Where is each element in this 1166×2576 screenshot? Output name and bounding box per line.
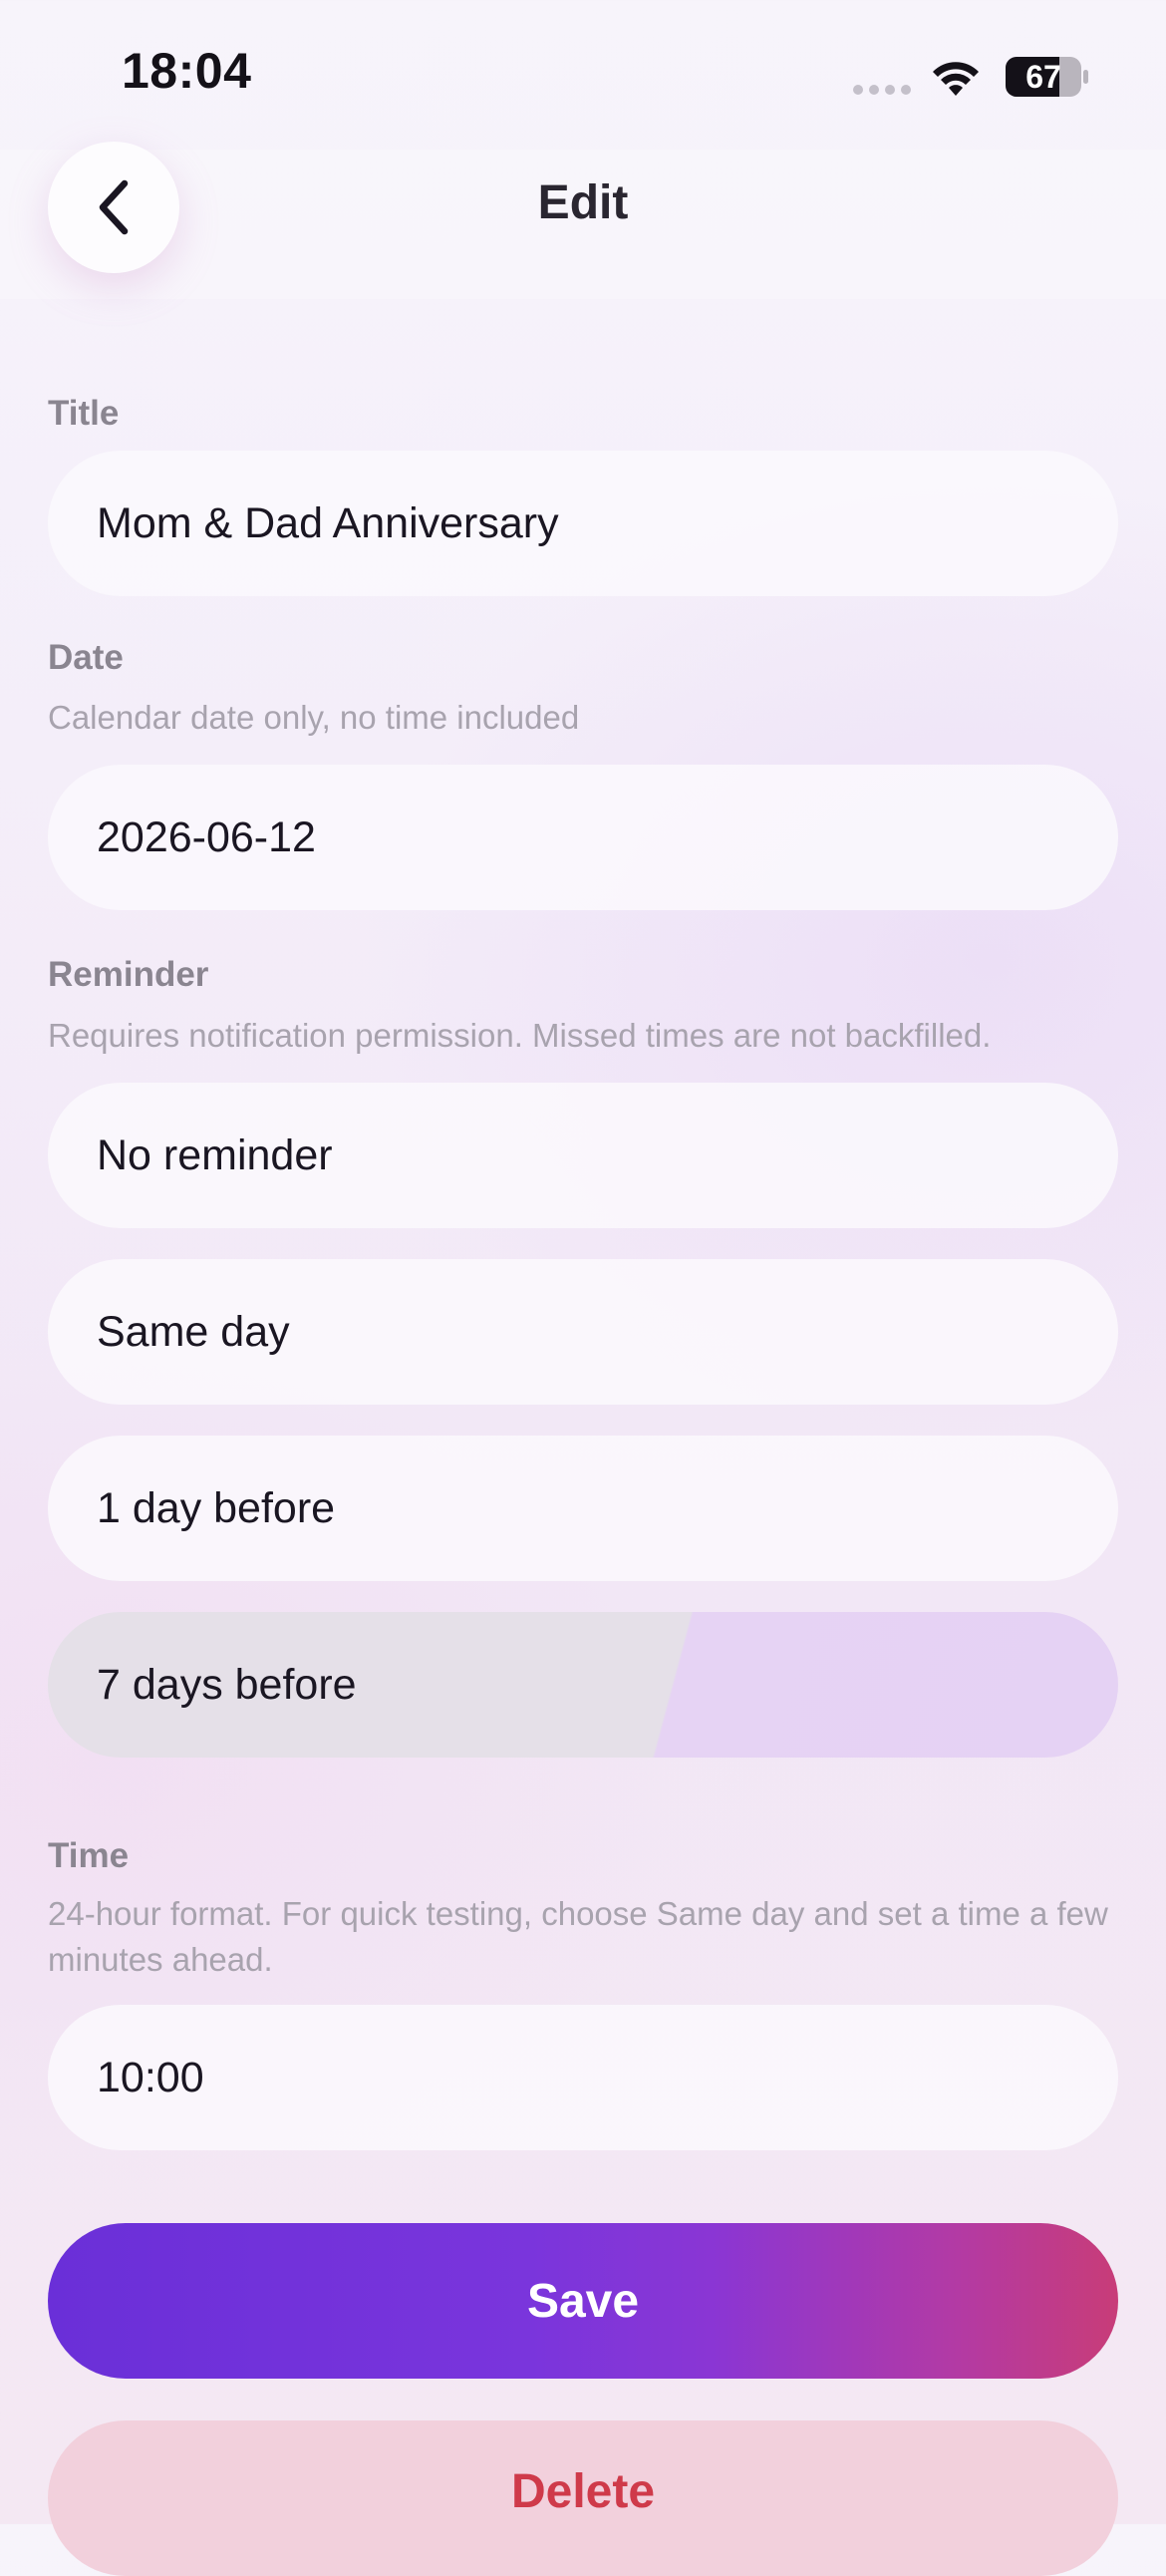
status-time: 18:04 xyxy=(122,43,252,99)
date-hint: Calendar date only, no time included xyxy=(48,699,580,736)
title-value: Mom & Dad Anniversary xyxy=(97,498,559,547)
reminder-option-none[interactable]: No reminder xyxy=(48,1083,1118,1228)
title-input[interactable]: Mom & Dad Anniversary xyxy=(48,451,1118,596)
reminder-option-label: No reminder xyxy=(97,1130,333,1179)
reminder-option-7-days-before[interactable]: 7 days before xyxy=(48,1612,1118,1758)
date-value: 2026-06-12 xyxy=(97,812,316,861)
date-input[interactable]: 2026-06-12 xyxy=(48,765,1118,910)
time-hint: 24-hour format. For quick testing, choos… xyxy=(48,1895,1108,1978)
save-button[interactable]: Save xyxy=(48,2223,1118,2379)
wifi-icon xyxy=(933,62,979,96)
delete-button[interactable]: Delete xyxy=(48,2420,1118,2576)
signal-icon xyxy=(853,85,911,95)
battery-level: 67 xyxy=(1025,59,1061,95)
reminder-label: Reminder xyxy=(48,955,209,994)
time-label: Time xyxy=(48,1836,130,1875)
reminder-option-1-day-before[interactable]: 1 day before xyxy=(48,1436,1118,1581)
status-bar: 18:04 67 xyxy=(0,0,1166,150)
reminder-option-label: Same day xyxy=(97,1307,290,1356)
reminder-option-same-day[interactable]: Same day xyxy=(48,1259,1118,1405)
page-title: Edit xyxy=(537,176,629,229)
reminder-option-label: 1 day before xyxy=(97,1483,336,1532)
title-label: Title xyxy=(48,394,120,433)
date-label: Date xyxy=(48,638,124,677)
reminder-option-label: 7 days before xyxy=(97,1660,357,1709)
reminder-hint: Requires notification permission. Missed… xyxy=(48,1017,992,1054)
time-input[interactable]: 10:00 xyxy=(48,2005,1118,2150)
time-value: 10:00 xyxy=(97,2053,204,2101)
